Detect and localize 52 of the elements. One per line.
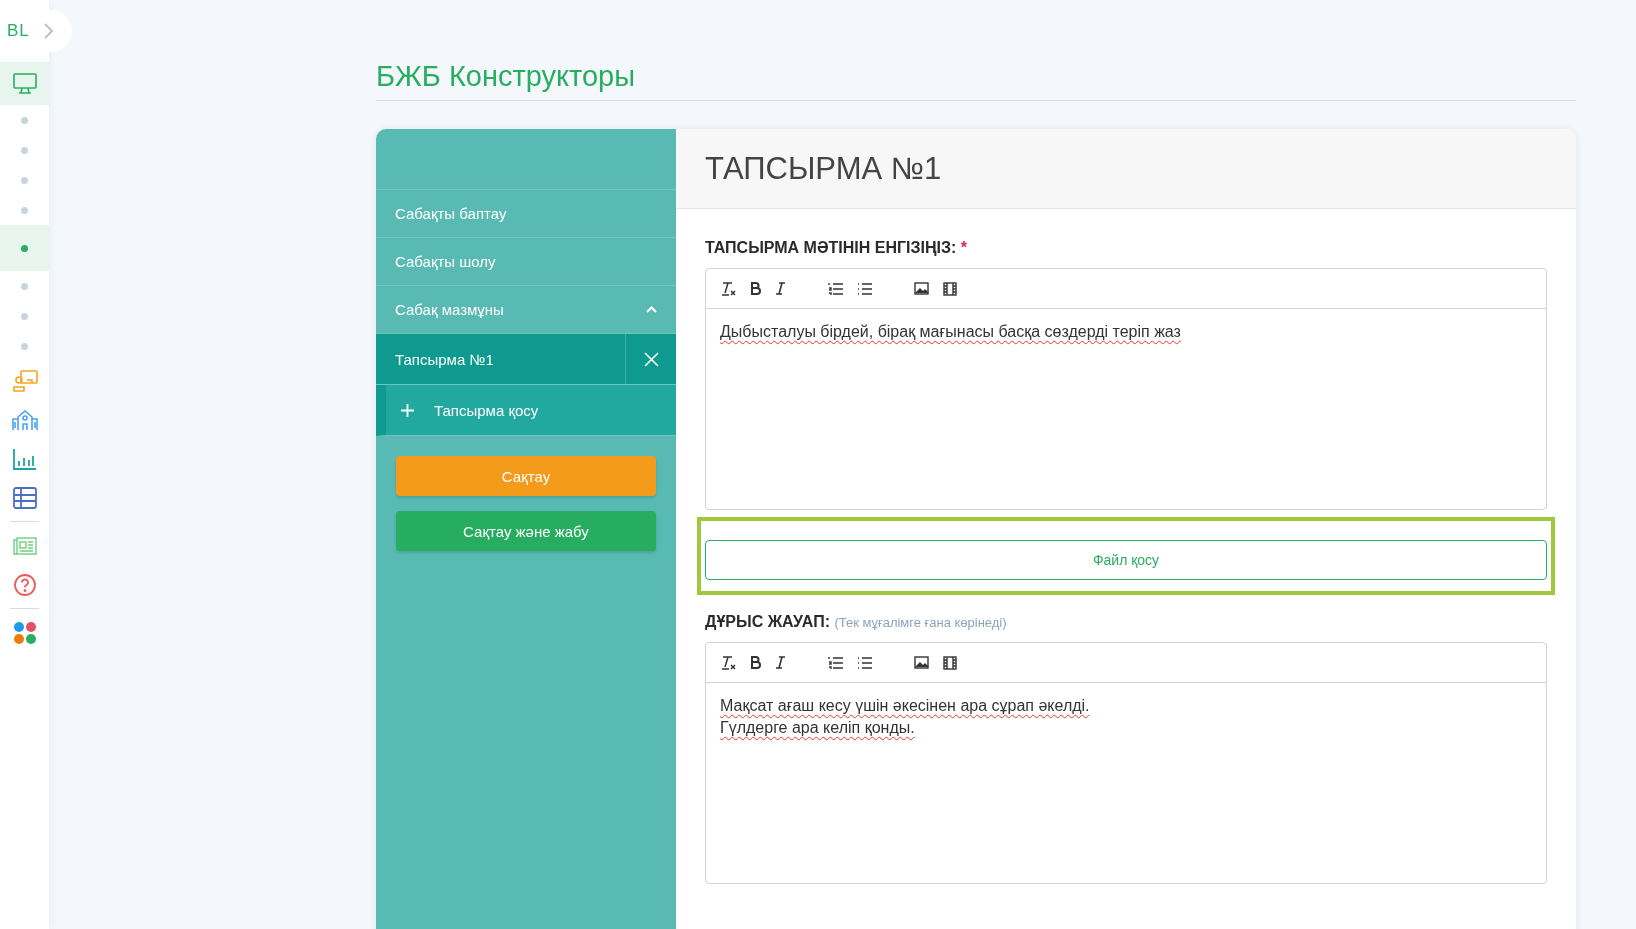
close-icon[interactable]	[643, 351, 659, 367]
bold-icon[interactable]	[750, 282, 761, 295]
field-label: ДҰРЫС ЖАУАП:	[705, 613, 830, 630]
chevron-up-icon[interactable]	[646, 306, 657, 313]
text-editor[interactable]: Мақсат ағаш кесу үшін әкесінен ара сұрап әкелді. Гүлдерге ара келіп қонды.	[705, 642, 1547, 884]
field-label: ТАПСЫРМА МӘТІНІН ЕНГІЗІҢІЗ:	[705, 239, 957, 256]
logo[interactable]: BL	[7, 21, 30, 41]
help-icon	[12, 572, 37, 597]
dot-icon	[21, 282, 28, 290]
table-icon	[12, 486, 37, 509]
dot-icon	[21, 176, 28, 184]
image-icon[interactable]	[914, 282, 929, 295]
dot-icon	[21, 342, 28, 350]
numbered-list-icon[interactable]	[828, 281, 843, 296]
dot-icon	[21, 312, 28, 320]
text-editor[interactable]: Дыбысталуы бірдей, бірақ мағынасы басқа сөздерді теріп жаз	[705, 268, 1547, 510]
save-close-button[interactable]: Сақтау және жабу	[396, 511, 656, 551]
dot-icon	[21, 116, 28, 124]
menu-item[interactable]: Тапсырма №1	[376, 334, 676, 385]
nav-item[interactable]	[0, 62, 49, 105]
field-hint: (Тек мұғалімге ғана көрінеді)	[834, 615, 1007, 630]
video-icon[interactable]	[943, 281, 957, 296]
bold-icon[interactable]	[750, 656, 761, 669]
editor-text: Дыбысталуы бірдей, бірақ мағынасы басқа сөздерді теріп жаз	[720, 322, 1182, 342]
plus-icon	[401, 403, 414, 417]
add-task-button[interactable]: Тапсырма қосу	[376, 385, 676, 436]
bullet-list-icon[interactable]	[857, 281, 872, 296]
italic-icon[interactable]	[775, 282, 786, 295]
page-title: БЖБ Конструкторы	[376, 60, 1576, 101]
dot-icon	[21, 244, 28, 252]
image-icon[interactable]	[914, 656, 929, 669]
italic-icon[interactable]	[775, 656, 786, 669]
clear-format-icon[interactable]	[720, 654, 736, 671]
dot-icon	[21, 146, 28, 154]
editor-text: Мақсат ағаш кесу үшін әкесінен ара сұрап әкелді.	[720, 696, 1091, 716]
save-button[interactable]: Сақтау	[396, 456, 656, 496]
bullet-list-icon[interactable]	[857, 655, 872, 670]
teacher-icon	[11, 369, 38, 392]
newspaper-icon	[12, 536, 37, 555]
apps-icon	[12, 620, 37, 645]
school-icon	[11, 408, 38, 431]
monitor-icon	[12, 72, 37, 95]
video-icon[interactable]	[943, 655, 957, 670]
clear-format-icon[interactable]	[720, 280, 736, 297]
dot-icon	[21, 206, 28, 214]
editor-text: Гүлдерге ара келіп қонды.	[720, 718, 916, 738]
numbered-list-icon[interactable]	[828, 655, 843, 670]
task-title: ТАПСЫРМА №1	[705, 150, 942, 187]
add-file-button[interactable]: Файл қосу	[705, 540, 1547, 580]
bar-chart-icon	[12, 447, 37, 470]
required-mark: *	[960, 239, 968, 256]
chevron-right-icon[interactable]	[44, 23, 53, 39]
